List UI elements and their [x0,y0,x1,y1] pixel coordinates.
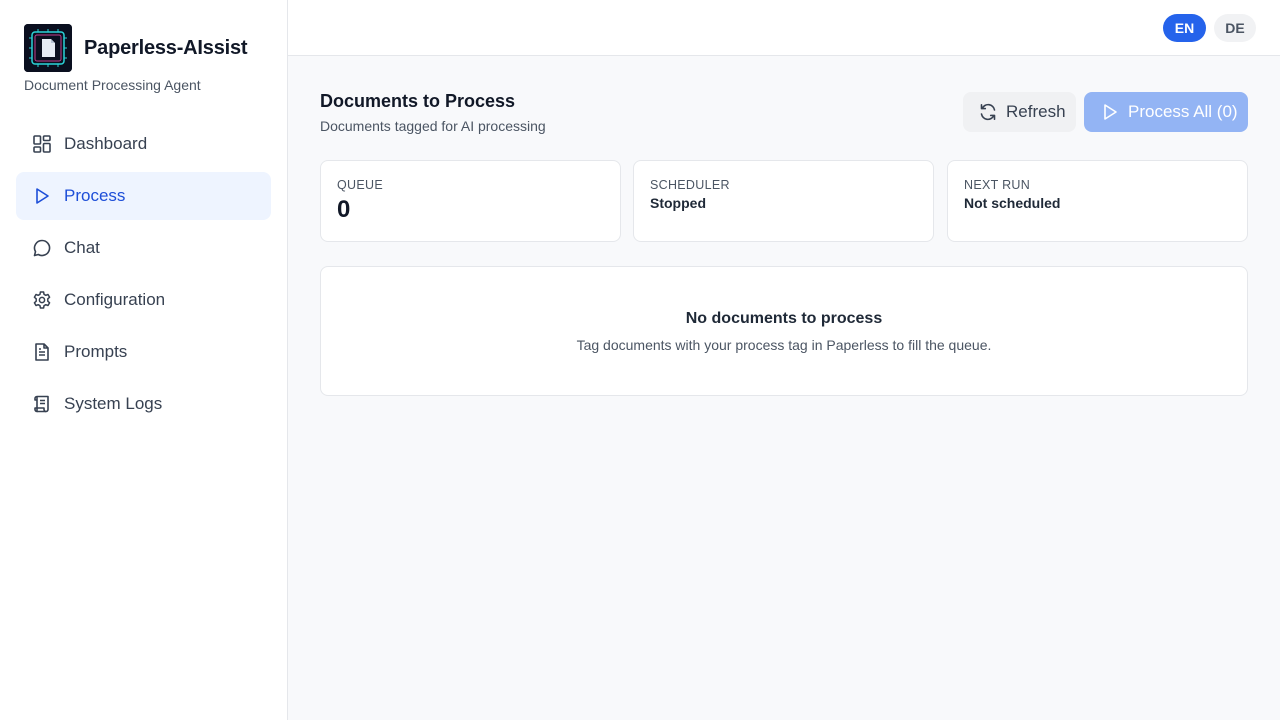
sidebar-item-process[interactable]: Process [16,172,271,220]
stat-label: QUEUE [337,178,383,192]
sidebar-item-configuration[interactable]: Configuration [16,276,271,324]
sidebar-item-dashboard[interactable]: Dashboard [16,120,271,168]
page-subtitle: Documents tagged for AI processing [320,118,546,134]
process-all-label: Process All (0) [1128,102,1238,121]
process-all-button[interactable]: Process All (0) [1084,92,1248,132]
sidebar-item-chat[interactable]: Chat [16,224,271,272]
refresh-label: Refresh [1006,102,1066,121]
empty-state-title: No documents to process [685,310,883,327]
queue-count: 0 [337,196,351,223]
sidebar-item-label: Prompts [64,342,128,361]
document-text-icon [32,342,52,362]
app-logo [24,24,72,72]
language-de-button[interactable]: DE [1214,14,1256,42]
refresh-icon [978,102,998,122]
next-run-value: Not scheduled [964,195,1061,211]
app-subtitle: Document Processing Agent [24,77,201,93]
gear-icon [32,290,52,310]
next-run-stat-card: NEXT RUN Not scheduled [947,160,1248,242]
sidebar-item-label: System Logs [64,394,163,413]
sidebar-item-prompts[interactable]: Prompts [16,328,271,376]
scroll-icon [32,394,52,414]
sidebar-nav: Dashboard Process Chat Configuration Pro… [16,120,271,432]
sidebar-item-label: Dashboard [64,134,148,153]
sidebar-item-label: Chat [64,238,100,257]
empty-state-card: No documents to process Tag documents wi… [320,266,1248,396]
brand[interactable]: Paperless-AIssist [24,24,248,72]
chat-bubble-icon [32,238,52,258]
stat-label: SCHEDULER [650,178,730,192]
sidebar: Paperless-AIssist Document Processing Ag… [0,0,288,720]
dashboard-icon [32,134,52,154]
language-en-button[interactable]: EN [1163,14,1206,42]
sidebar-item-label: Process [64,186,126,205]
top-bar: EN DE [288,0,1280,56]
scheduler-stat-card: SCHEDULER Stopped [633,160,934,242]
stat-label: NEXT RUN [964,178,1031,192]
sidebar-item-label: Configuration [64,290,166,309]
play-icon [32,186,52,206]
page-title: Documents to Process [320,91,516,111]
scheduler-status: Stopped [650,195,706,211]
empty-state-description: Tag documents with your process tag in P… [576,337,992,353]
play-icon [1100,102,1120,122]
app-name: Paperless-AIssist [84,36,248,59]
queue-stat-card: QUEUE 0 [320,160,621,242]
sidebar-item-system-logs[interactable]: System Logs [16,380,271,428]
refresh-button[interactable]: Refresh [963,92,1076,132]
